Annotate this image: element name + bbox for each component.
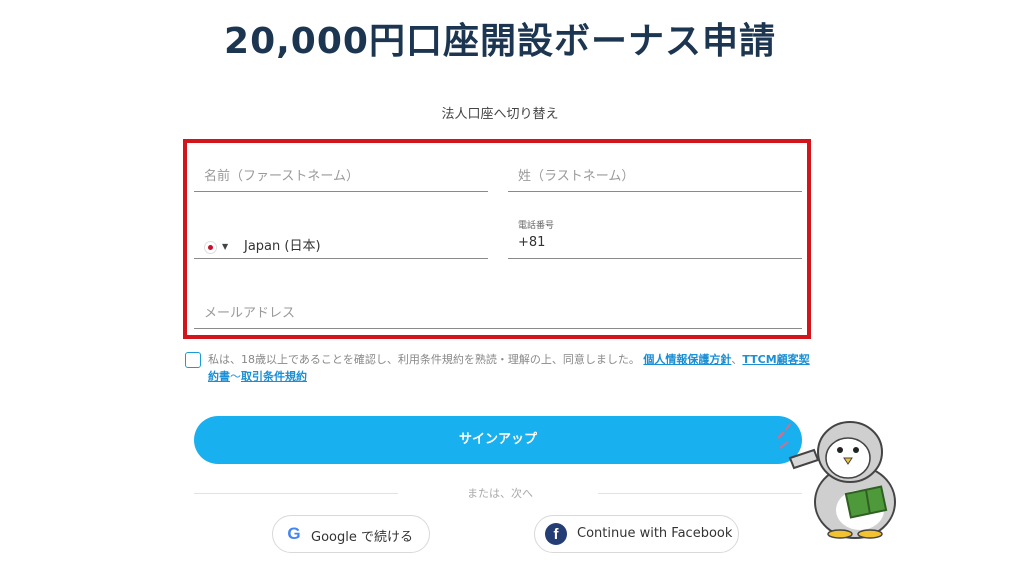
- sparkle-icon: [777, 423, 791, 449]
- penguin-mascot-illustration: [777, 421, 896, 539]
- terms-separator-2: ～: [230, 370, 241, 383]
- phone-label: 電話番号: [518, 221, 555, 231]
- privacy-policy-link[interactable]: 個人情報保護方針: [643, 353, 731, 366]
- country-select[interactable]: ▼ Japan (日本): [194, 218, 488, 259]
- google-button-label: Google で続ける: [311, 530, 413, 545]
- google-signin-button[interactable]: G Google で続ける: [272, 515, 430, 553]
- last-name-field[interactable]: 姓（ラストネーム）: [508, 155, 802, 192]
- trading-terms-link[interactable]: 取引条件規約: [241, 370, 307, 383]
- terms-text-block: 私は、18歳以上であることを確認し、利用条件規約を熟読・理解の上、同意しました。…: [208, 351, 814, 385]
- facebook-icon: f: [545, 523, 567, 545]
- email-field[interactable]: メールアドレス: [194, 290, 802, 329]
- facebook-button-label: Continue with Facebook: [577, 526, 733, 541]
- switch-to-corporate-link[interactable]: 法人口座へ切り替え: [0, 103, 1000, 122]
- country-value: Japan (日本): [244, 239, 321, 254]
- caret-down-icon: ▼: [222, 242, 229, 251]
- first-name-placeholder: 名前（ファーストネーム）: [204, 169, 359, 184]
- email-placeholder: メールアドレス: [204, 306, 296, 321]
- facebook-signin-button[interactable]: f Continue with Facebook: [534, 515, 739, 553]
- page-title: 20,000円口座開設ボーナス申請: [224, 21, 776, 62]
- terms-text: 私は、18歳以上であることを確認し、利用条件規約を熟読・理解の上、同意しました。: [208, 353, 640, 366]
- phone-field[interactable]: 電話番号 +81: [508, 212, 802, 259]
- terms-separator: 、: [731, 353, 743, 366]
- terms-checkbox[interactable]: [185, 352, 201, 368]
- last-name-placeholder: 姓（ラストネーム）: [518, 169, 635, 184]
- google-icon: G: [287, 524, 301, 543]
- signup-button[interactable]: サインアップ: [194, 416, 802, 464]
- first-name-field[interactable]: 名前（ファーストネーム）: [194, 155, 488, 192]
- japan-flag-icon: [204, 241, 217, 254]
- phone-value: +81: [518, 235, 546, 250]
